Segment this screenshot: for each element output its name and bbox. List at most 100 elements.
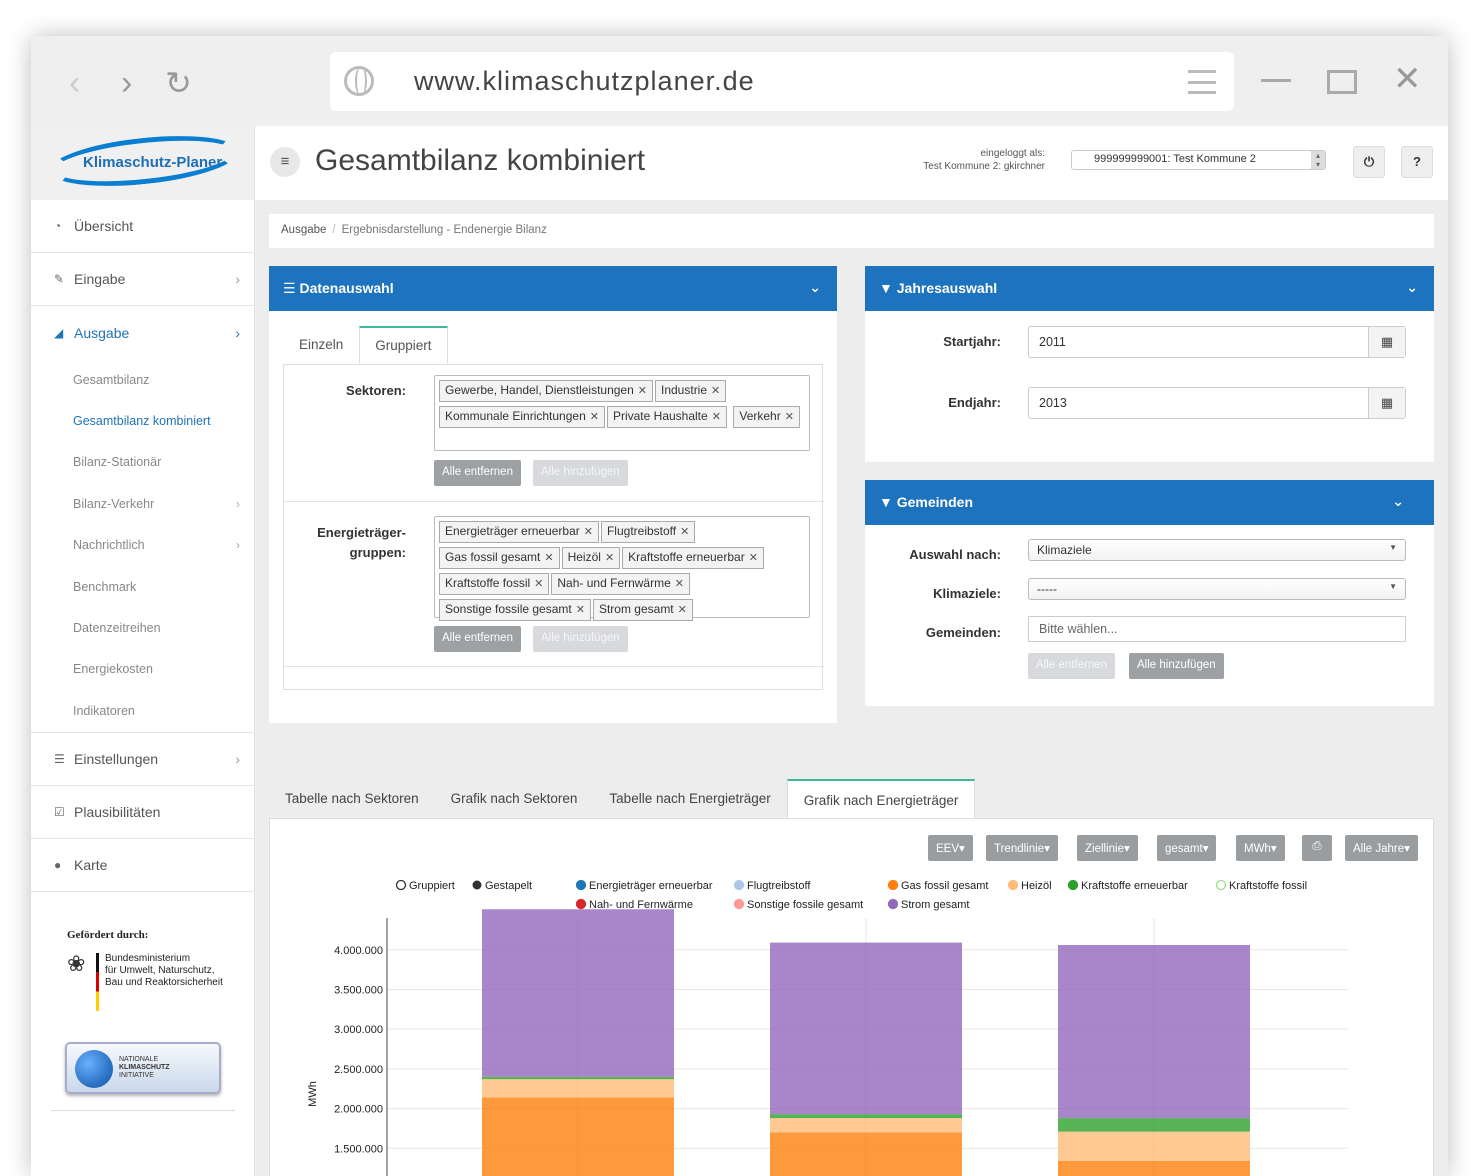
tab-grafik-energietraeger[interactable]: Grafik nach Energieträger [786,779,976,819]
remove-icon[interactable]: ✕ [712,411,721,423]
funding-label: Gefördert durch: [67,929,149,941]
sidebar-item-ausgabe[interactable]: ◢ Ausgabe › [31,306,254,359]
remove-icon[interactable]: ✕ [590,411,599,423]
sidebar-subitem-label: Bilanz-Verkehr [73,496,155,511]
divider [51,1110,235,1111]
remove-icon[interactable]: ✕ [675,578,684,590]
calendar-icon[interactable]: ▦ [1368,327,1405,357]
logo[interactable]: Klimaschutz-Planer [31,126,254,200]
sidebar-subitem-nachrichtlich[interactable]: Nachrichtlich › [31,525,254,566]
klimaziele-select[interactable]: ----- ▼ [1028,578,1406,600]
auswahl-nach-select[interactable]: Klimaziele ▼ [1028,539,1406,561]
sidebar-subitem-gesamtbilanz[interactable]: Gesamtbilanz [31,359,254,400]
flag-bar [96,953,99,1011]
minimize-icon[interactable] [1261,79,1291,82]
sidebar-item-plausibilitaeten[interactable]: ☑ Plausibilitäten [31,786,254,839]
kommune-select-value: 999999999001: Test Kommune 2 [1094,153,1256,165]
logout-button[interactable]: ⏻ [1353,146,1385,178]
tag-label: Sonstige fossile gesamt [445,602,572,616]
startjahr-input[interactable]: 2011 ▦ [1028,326,1406,358]
globe-icon: ● [54,857,62,872]
calendar-icon[interactable]: ▦ [1368,388,1405,418]
jahresauswahl-header[interactable]: ▼ Jahresauswahl ⌄ [865,266,1434,311]
sektor-tag: Verkehr ✕ [733,406,800,428]
page-title: Gesamtbilanz kombiniert [315,144,646,177]
endjahr-input[interactable]: 2013 ▦ [1028,387,1406,419]
help-button[interactable]: ? [1401,146,1433,178]
klimaziele-label: Klimaziele: [933,586,1001,601]
eagle-icon: ❀ [67,951,86,976]
tab-einzeln[interactable]: Einzeln [283,326,359,364]
tab-gruppiert[interactable]: Gruppiert [359,326,448,364]
remove-icon[interactable]: ✕ [678,604,687,616]
breadcrumb-separator: / [332,224,336,236]
breadcrumb-root[interactable]: Ausgabe [281,224,326,236]
energietraeger-tagbox[interactable]: Energieträger erneuerbar ✕ Flugtreibstoff ✕… [434,516,810,621]
panel-title: Jahresauswahl [896,280,998,296]
remove-icon[interactable]: ✕ [680,526,689,538]
datenauswahl-header[interactable]: ☰ Datenauswahl ⌄ [269,266,837,311]
remove-icon[interactable]: ✕ [576,604,585,616]
gemeinden-add-all-button[interactable]: Alle hinzufügen [1129,653,1224,679]
maximize-icon[interactable] [1327,70,1357,94]
gemeinden-remove-all-button[interactable]: Alle entfernen [1028,653,1115,679]
close-icon[interactable]: ✕ [1393,62,1422,96]
sidebar-item-karte[interactable]: ● Karte [31,839,254,892]
dashboard-icon: ◔ [54,219,62,233]
sidebar-item-uebersicht[interactable]: ◔ Übersicht [31,200,254,253]
sidebar-subitem-bilanz-stationaer[interactable]: Bilanz-Stationär [31,442,254,483]
datenauswahl-panel: ☰ Datenauswahl ⌄ Einzeln Gruppiert Sekto… [269,266,837,723]
jahresauswahl-panel: ▼ Jahresauswahl ⌄ Startjahr: 2011 ▦ Endj… [865,266,1434,462]
sidebar-item-einstellungen[interactable]: ☰ Einstellungen › [31,733,254,786]
gemeinden-header[interactable]: ▼ Gemeinden ⌄ [865,480,1434,525]
remove-icon[interactable]: ✕ [638,385,647,397]
tab-tabelle-energietraeger[interactable]: Tabelle nach Energieträger [593,779,786,819]
tab-tabelle-sektoren[interactable]: Tabelle nach Sektoren [269,779,435,819]
sidebar-item-eingabe[interactable]: ✎ Eingabe › [31,253,254,306]
chevron-down-icon[interactable]: ⌄ [809,279,821,296]
menu-toggle-icon[interactable]: ≡ [270,147,300,177]
remove-icon[interactable]: ✕ [534,578,543,590]
nki-badge[interactable]: NATIONALE KLIMASCHUTZ INITIATIVE [65,1042,221,1094]
remove-icon[interactable]: ✕ [544,552,553,564]
reload-icon[interactable]: ↻ [165,66,192,100]
remove-icon[interactable]: ✕ [785,411,794,423]
y-tick-label: 2.500.000 [334,1064,383,1076]
sidebar-subitem-energiekosten[interactable]: Energiekosten [31,649,254,690]
nki-line: NATIONALE [119,1056,159,1063]
sidebar-subitem-bilanz-verkehr[interactable]: Bilanz-Verkehr › [31,483,254,524]
ministry-logo[interactable]: ❀ Bundesministerium für Umwelt, Natursch… [67,951,227,1013]
sektoren-add-all-button[interactable]: Alle hinzufügen [533,460,628,486]
chevron-right-icon: › [235,750,240,767]
sidebar-subitem-benchmark[interactable]: Benchmark [31,566,254,607]
sidebar-subitem-datenzeitreihen[interactable]: Datenzeitreihen [31,607,254,648]
remove-icon[interactable]: ✕ [711,385,720,397]
sidebar-subitem-indikatoren[interactable]: Indikatoren [31,690,254,731]
chevron-down-icon[interactable]: ⌄ [1392,493,1404,510]
caret-down-icon: ▼ [1389,543,1397,552]
legend-mode-marker [472,880,482,890]
energietraeger-add-all-button[interactable]: Alle hinzufügen [533,626,628,652]
gemeinden-input[interactable]: Bitte wählen... [1028,616,1406,642]
y-tick-label: 4.000.000 [334,945,383,957]
legend-label: Sonstige fossile gesamt [747,899,863,911]
y-tick-label: 2.000.000 [334,1104,383,1116]
chevron-down-icon[interactable]: ⌄ [1406,279,1418,296]
sidebar-subitem-gesamtbilanz-kombiniert[interactable]: Gesamtbilanz kombiniert [31,400,254,441]
browser-chrome: ‹ › ↻ www.klimaschutzplaner.de ✕ [31,36,1448,126]
sektoren-remove-all-button[interactable]: Alle entfernen [434,460,521,486]
remove-icon[interactable]: ✕ [605,552,614,564]
chevron-right-icon: › [235,271,240,287]
kommune-select[interactable]: 999999999001: Test Kommune 2 ▴ ▾ [1071,150,1326,170]
tab-grafik-sektoren[interactable]: Grafik nach Sektoren [435,779,594,819]
chart-bar-segment [482,1076,674,1080]
forward-icon[interactable]: › [121,66,132,100]
remove-icon[interactable]: ✕ [584,526,593,538]
browser-menu-icon[interactable] [1188,70,1216,94]
energietraeger-remove-all-button[interactable]: Alle entfernen [434,626,521,652]
address-bar[interactable]: www.klimaschutzplaner.de [330,52,1234,111]
remove-icon[interactable]: ✕ [749,552,758,564]
filter-icon: ▼ [879,280,893,296]
back-icon[interactable]: ‹ [69,66,80,100]
sektoren-tagbox[interactable]: Gewerbe, Handel, Dienstleistungen ✕ Indust… [434,375,810,451]
